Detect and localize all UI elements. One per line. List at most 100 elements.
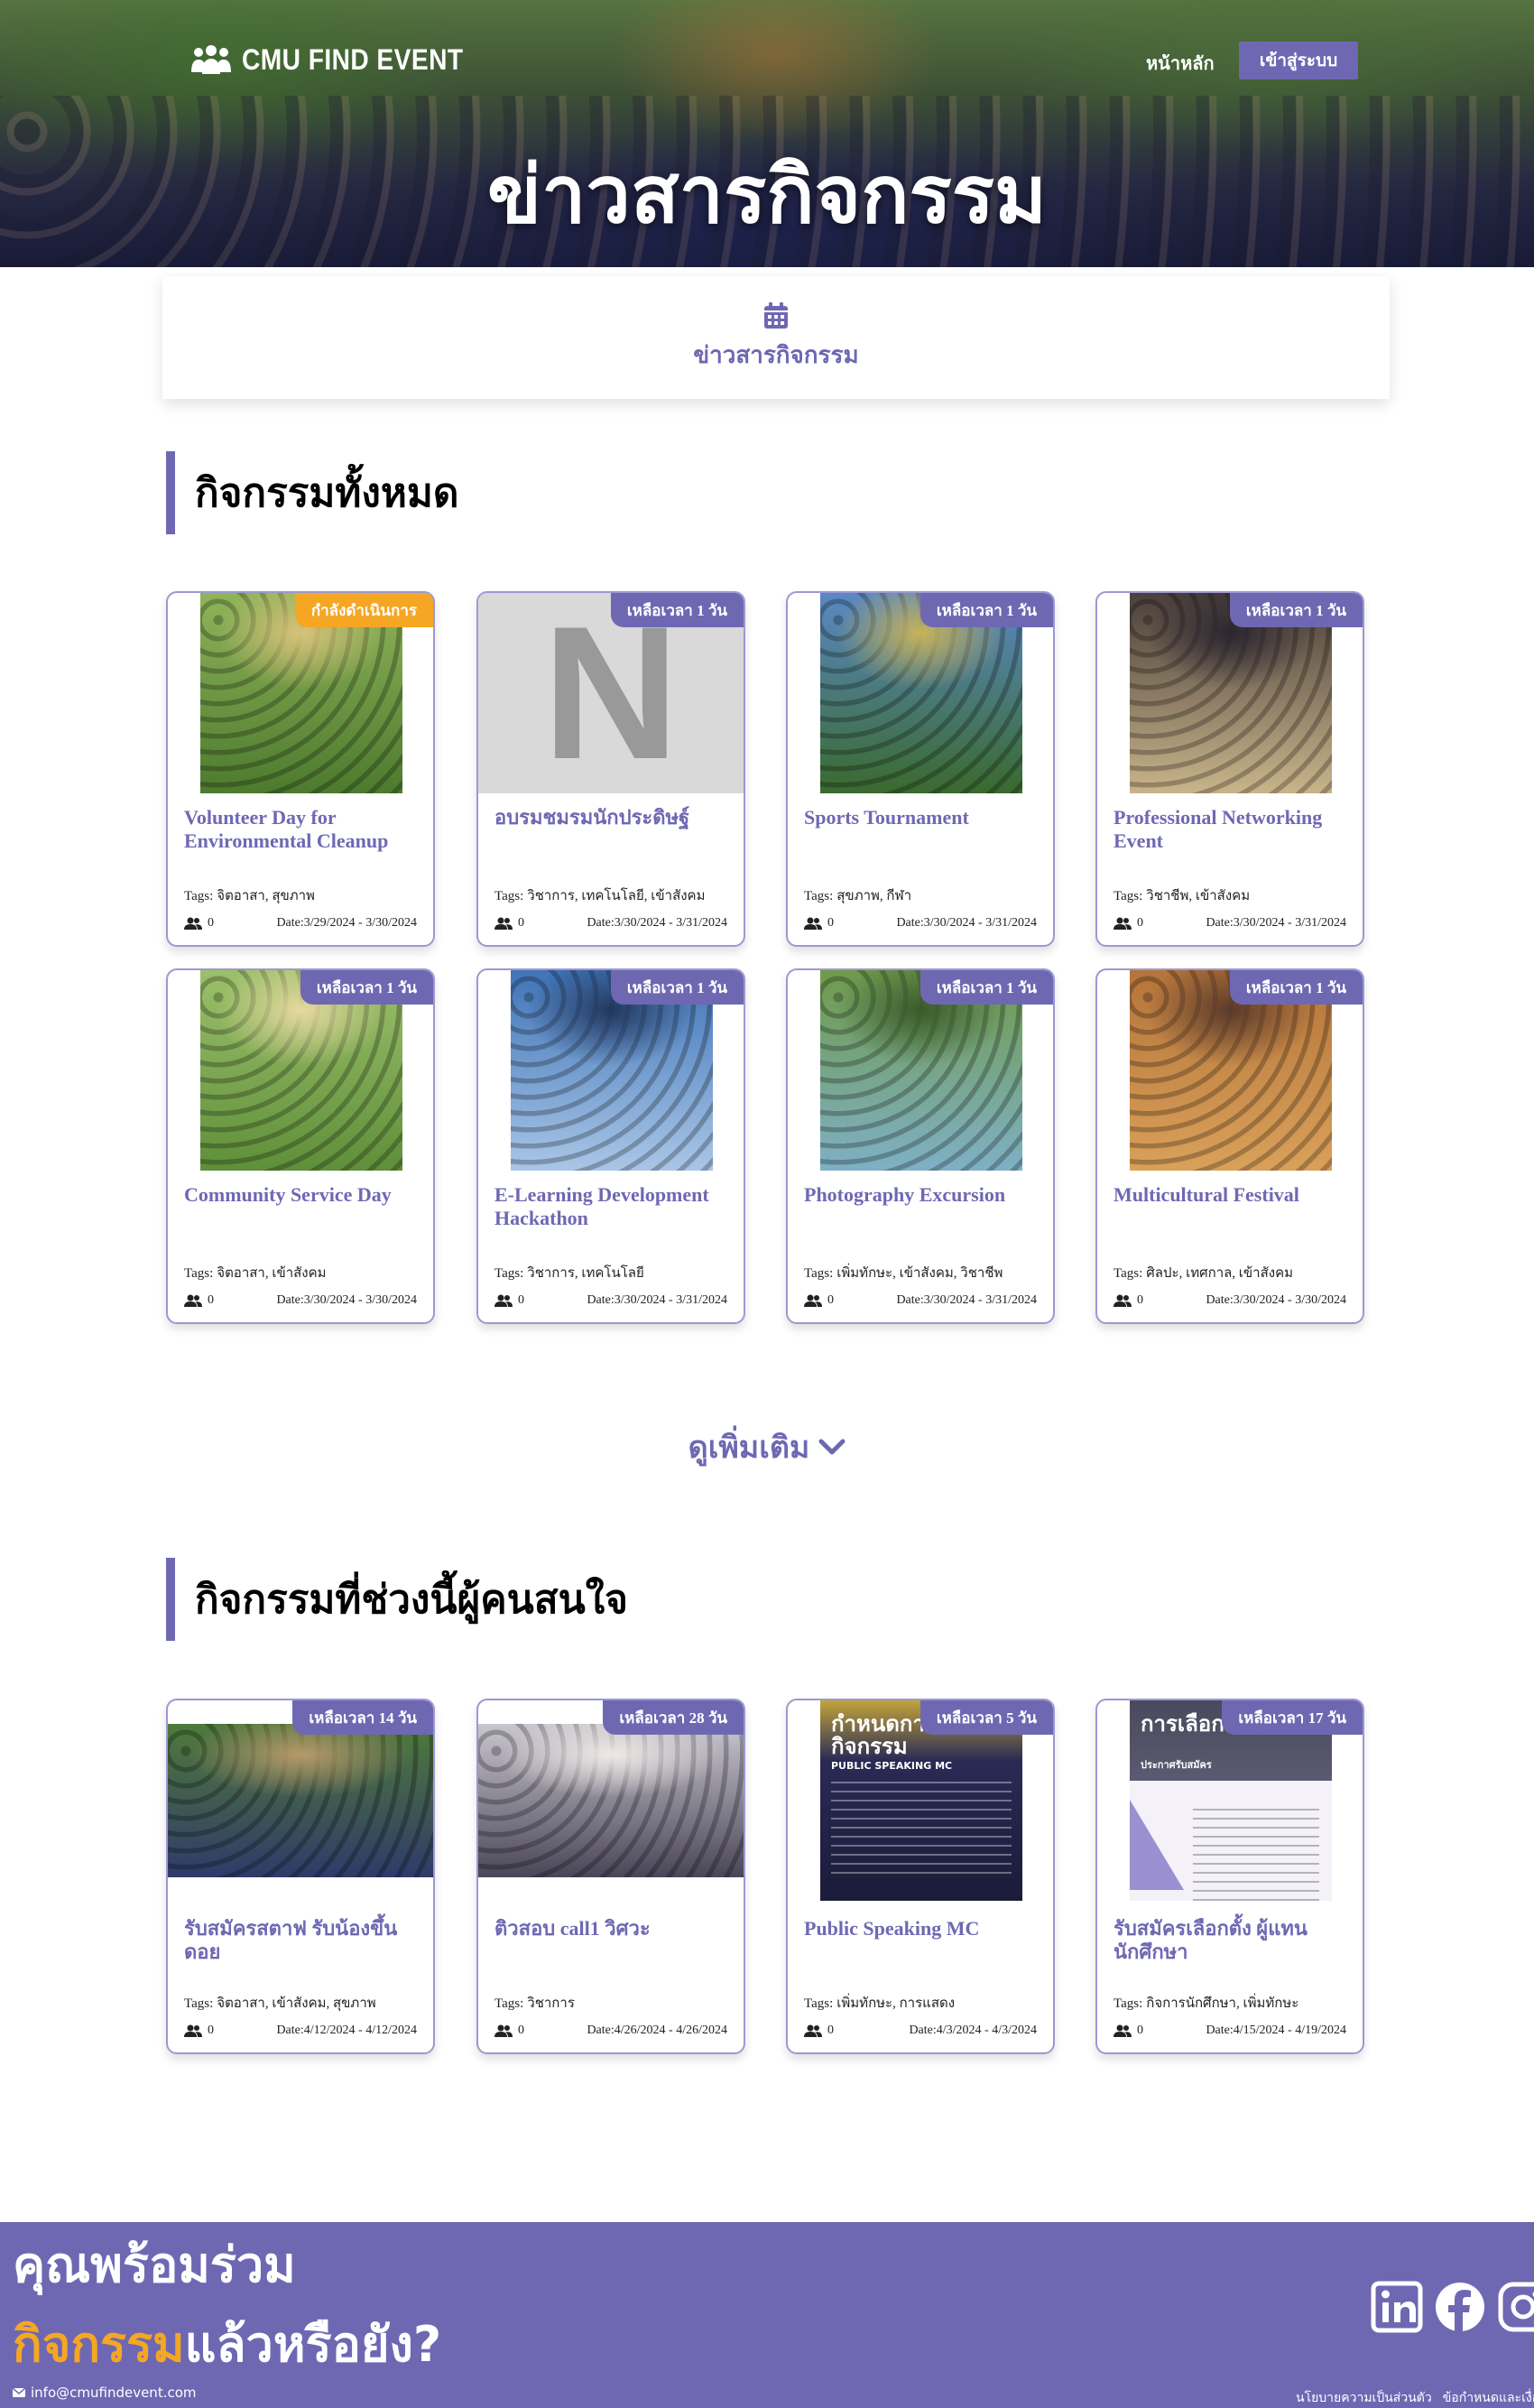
event-image: เหลือเวลา 1 วัน bbox=[478, 970, 744, 1171]
time-remaining-badge: เหลือเวลา 5 วัน bbox=[919, 1700, 1053, 1735]
time-remaining-badge: เหลือเวลา 1 วัน bbox=[610, 970, 744, 1005]
event-title: Public Speaking MC bbox=[804, 1917, 980, 1940]
event-image: N เหลือเวลา 1 วัน bbox=[478, 593, 744, 793]
event-title: Volunteer Day for Environmental Cleanup bbox=[184, 806, 389, 852]
hero-title: ข่าวสารกิจกรรม bbox=[486, 148, 1048, 241]
event-tags: Tags: ศิลปะ, เทศกาล, เข้าสังคม bbox=[1114, 1266, 1294, 1281]
linkedin-icon[interactable] bbox=[1370, 2280, 1424, 2334]
participant-count: 0 bbox=[1137, 916, 1143, 930]
time-remaining-badge: กำลังดำเนินการ bbox=[294, 593, 433, 627]
footer-links: นโยบายความเป็นส่วนตัว ข้อกำหนดและเงื่อนไ… bbox=[1296, 2388, 1534, 2408]
event-title: E-Learning Development Hackathon bbox=[494, 1183, 709, 1229]
envelope-icon bbox=[13, 2388, 25, 2397]
event-tags: Tags: จิตอาสา, เข้าสังคม, สุขภาพ bbox=[184, 1996, 376, 2011]
participant-count: 0 bbox=[827, 916, 834, 930]
participants-icon bbox=[1114, 2024, 1132, 2037]
event-title: Professional Networking Event bbox=[1114, 806, 1323, 852]
event-image: กำหนดการกิจกรรม PUBLIC SPEAKING MC เหลือเว… bbox=[788, 1700, 1053, 1901]
section-title-all: กิจกรรมทั้งหมด bbox=[166, 451, 458, 534]
chevron-down-icon bbox=[818, 1439, 846, 1455]
event-title: Photography Excursion bbox=[804, 1183, 1006, 1206]
login-button[interactable]: เข้าสู่ระบบ bbox=[1239, 42, 1358, 79]
site-logo[interactable]: CMU FIND EVENT bbox=[189, 43, 494, 77]
terms-link[interactable]: ข้อกำหนดและเงื่อนไข bbox=[1443, 2388, 1534, 2408]
event-title: รับสมัครเลือกตั้ง ผู้แทนนักศึกษา bbox=[1114, 1917, 1308, 1963]
event-tags: Tags: เพิ่มทักษะ, การแสดง bbox=[804, 1996, 956, 2011]
event-date: Date:4/15/2024 - 4/19/2024 bbox=[1206, 2024, 1346, 2037]
event-image: เหลือเวลา 1 วัน bbox=[788, 970, 1053, 1171]
event-card[interactable]: เหลือเวลา 1 วัน Multicultural Festival Tag… bbox=[1095, 968, 1364, 1324]
contact-email[interactable]: info@cmufindevent.com bbox=[13, 2385, 197, 2401]
event-image: เหลือเวลา 1 วัน bbox=[168, 970, 433, 1171]
section-title-popular: กิจกรรมที่ช่วงนี้ผู้คนสนใจ bbox=[166, 1558, 628, 1641]
event-card[interactable]: การเลือกตั้ง 67 ประกาศรับสมัคร เหลือเวลา 1… bbox=[1095, 1699, 1364, 2054]
event-card[interactable]: กำหนดการกิจกรรม PUBLIC SPEAKING MC เหลือเว… bbox=[786, 1699, 1055, 2054]
event-date: Date:3/30/2024 - 3/30/2024 bbox=[1206, 1293, 1346, 1307]
participants-icon bbox=[494, 2024, 513, 2037]
event-card[interactable]: กำลังดำเนินการ Volunteer Day for Environm… bbox=[166, 591, 435, 947]
time-remaining-badge: เหลือเวลา 14 วัน bbox=[292, 1700, 433, 1735]
cta-line-1: คุณพร้อมร่วม bbox=[13, 2237, 296, 2293]
news-tab[interactable]: ข่าวสารกิจกรรม bbox=[162, 276, 1390, 399]
participant-count: 0 bbox=[1137, 1293, 1143, 1307]
participant-count: 0 bbox=[208, 2024, 214, 2037]
participants-icon bbox=[804, 2024, 822, 2037]
participants-icon bbox=[494, 1294, 513, 1307]
event-card[interactable]: เหลือเวลา 1 วัน Sports Tournament Tags: สุข… bbox=[786, 591, 1055, 947]
event-card[interactable]: เหลือเวลา 1 วัน Professional Networking E… bbox=[1095, 591, 1364, 947]
participants-icon bbox=[1114, 1294, 1132, 1307]
event-tags: Tags: จิตอาสา, สุขภาพ bbox=[184, 889, 315, 903]
cta-highlight: กิจกรรม bbox=[13, 2316, 185, 2373]
time-remaining-badge: เหลือเวลา 1 วัน bbox=[610, 593, 744, 627]
event-image: กำลังดำเนินการ bbox=[168, 593, 433, 793]
nav-home-link[interactable]: หน้าหลัก bbox=[1146, 49, 1215, 78]
event-tags: Tags: จิตอาสา, เข้าสังคม bbox=[184, 1266, 327, 1281]
cta-rest: แล้วหรือยัง? bbox=[184, 2316, 442, 2373]
footer: คุณพร้อมร่วม กิจกรรมแล้วหรือยัง? info@cm… bbox=[0, 2222, 1534, 2408]
event-card[interactable]: เหลือเวลา 28 วัน ติวสอบ call1 วิศวะ Tags: ว… bbox=[476, 1699, 745, 2054]
event-date: Date:3/30/2024 - 3/31/2024 bbox=[587, 916, 727, 930]
facebook-icon[interactable] bbox=[1433, 2280, 1487, 2334]
participant-count: 0 bbox=[518, 2024, 524, 2037]
instagram-icon[interactable] bbox=[1496, 2280, 1534, 2334]
social-links bbox=[1370, 2280, 1534, 2334]
event-tags: Tags: วิชาชีพ, เข้าสังคม bbox=[1114, 889, 1251, 903]
event-date: Date:3/30/2024 - 3/31/2024 bbox=[896, 916, 1037, 930]
poster-subtitle: ประกาศรับสมัคร bbox=[1141, 1759, 1212, 1771]
privacy-link[interactable]: นโยบายความเป็นส่วนตัว bbox=[1296, 2388, 1432, 2408]
event-title: Sports Tournament bbox=[804, 806, 969, 829]
event-date: Date:3/30/2024 - 3/31/2024 bbox=[587, 1293, 727, 1307]
time-remaining-badge: เหลือเวลา 1 วัน bbox=[1229, 970, 1363, 1005]
participant-count: 0 bbox=[208, 1293, 214, 1307]
see-more-button[interactable]: ดูเพิ่มเติม bbox=[0, 1422, 1534, 1471]
participant-count: 0 bbox=[827, 1293, 834, 1307]
event-date: Date:4/3/2024 - 4/3/2024 bbox=[909, 2024, 1037, 2037]
participant-count: 0 bbox=[518, 1293, 524, 1307]
event-image: เหลือเวลา 14 วัน bbox=[168, 1700, 433, 1901]
event-card[interactable]: เหลือเวลา 1 วัน Photography Excursion Tags… bbox=[786, 968, 1055, 1324]
news-tab-label: ข่าวสารกิจกรรม bbox=[693, 341, 859, 369]
event-image: เหลือเวลา 1 วัน bbox=[1097, 970, 1363, 1171]
participants-icon bbox=[184, 2024, 202, 2037]
event-tags: Tags: กิจการนักศึกษา, เพิ่มทักษะ bbox=[1114, 1996, 1299, 2011]
event-card[interactable]: N เหลือเวลา 1 วัน อบรมชมรมนักประดิษฐ์ Tags:… bbox=[476, 591, 745, 947]
participants-icon bbox=[804, 1294, 822, 1307]
event-card[interactable]: เหลือเวลา 14 วัน รับสมัครสตาฟ รับน้องขึ้น… bbox=[166, 1699, 435, 2054]
participants-icon bbox=[804, 917, 822, 930]
event-date: Date:4/12/2024 - 4/12/2024 bbox=[276, 2024, 417, 2037]
event-image: เหลือเวลา 28 วัน bbox=[478, 1700, 744, 1901]
event-card[interactable]: เหลือเวลา 1 วัน Community Service Day Tags… bbox=[166, 968, 435, 1324]
participants-icon bbox=[494, 917, 513, 930]
time-remaining-badge: เหลือเวลา 1 วัน bbox=[919, 970, 1053, 1005]
time-remaining-badge: เหลือเวลา 17 วัน bbox=[1222, 1700, 1363, 1735]
event-date: Date:4/26/2024 - 4/26/2024 bbox=[587, 2024, 727, 2037]
people-group-icon bbox=[191, 44, 231, 74]
event-card[interactable]: เหลือเวลา 1 วัน E-Learning Development Ha… bbox=[476, 968, 745, 1324]
brand-name: CMU FIND EVENT bbox=[242, 43, 464, 76]
event-title: Multicultural Festival bbox=[1114, 1183, 1299, 1206]
hero-banner: CMU FIND EVENT หน้าหลัก เข้าสู่ระบบ ข่าว… bbox=[0, 0, 1534, 267]
participant-count: 0 bbox=[208, 916, 214, 930]
time-remaining-badge: เหลือเวลา 28 วัน bbox=[603, 1700, 744, 1735]
event-date: Date:3/30/2024 - 3/31/2024 bbox=[1206, 916, 1346, 930]
event-tags: Tags: วิชาการ, เทคโนโลยี, เข้าสังคม bbox=[494, 889, 706, 903]
